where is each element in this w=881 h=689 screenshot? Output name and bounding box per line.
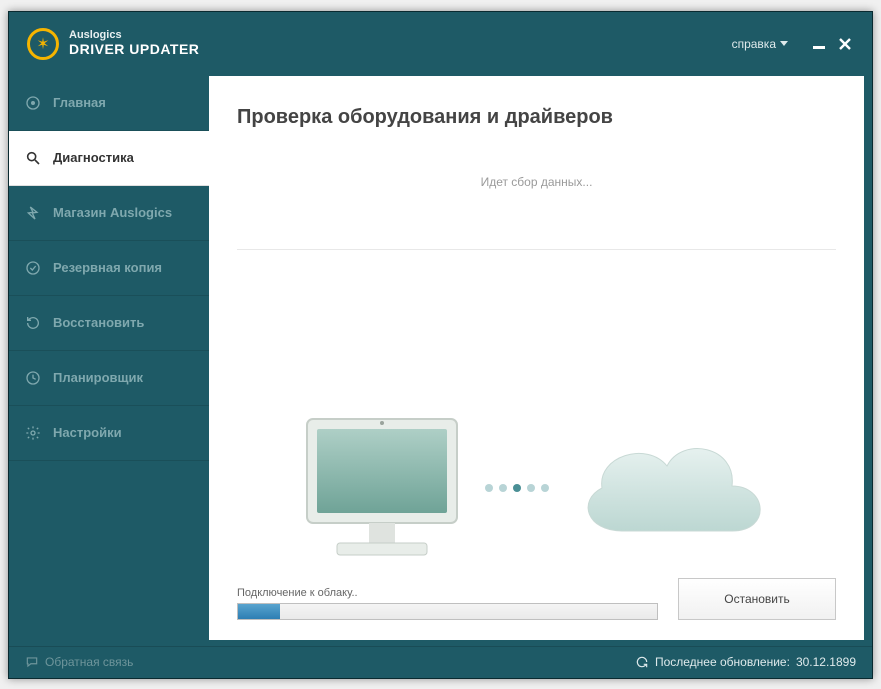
bolt-icon	[25, 205, 41, 221]
chevron-down-icon	[780, 41, 788, 46]
sidebar-item-diagnostics[interactable]: Диагностика	[9, 131, 209, 186]
sidebar-item-scheduler[interactable]: Планировщик	[9, 351, 209, 406]
help-label: справка	[732, 37, 776, 51]
feedback-label: Обратная связь	[45, 655, 133, 669]
chat-icon	[25, 655, 39, 669]
help-menu[interactable]: справка	[732, 37, 788, 51]
sidebar-item-store[interactable]: Магазин Auslogics	[9, 186, 209, 241]
monitor-icon	[297, 411, 467, 566]
restore-icon	[25, 315, 41, 331]
sidebar-item-label: Резервная копия	[53, 260, 162, 275]
main-content: Проверка оборудования и драйверов Идет с…	[209, 76, 864, 640]
app-logo-icon	[27, 28, 59, 60]
last-update: Последнее обновление: 30.12.1899	[635, 655, 856, 669]
gear-icon	[25, 425, 41, 441]
feedback-link[interactable]: Обратная связь	[25, 655, 133, 669]
illustration-area	[237, 249, 836, 572]
page-title: Проверка оборудования и драйверов	[237, 106, 836, 129]
sidebar-item-label: Настройки	[53, 425, 122, 440]
refresh-icon	[635, 655, 649, 669]
progress-fill	[238, 604, 280, 619]
check-icon	[25, 260, 41, 276]
sidebar-item-label: Главная	[53, 95, 106, 110]
statusbar: Обратная связь Последнее обновление: 30.…	[9, 646, 872, 678]
sidebar-item-label: Диагностика	[53, 150, 134, 165]
titlebar: Auslogics DRIVER UPDATER справка	[9, 12, 872, 76]
bottom-row: Подключение к облаку.. Остановить	[237, 578, 836, 620]
status-text: Идет сбор данных...	[237, 175, 836, 189]
sidebar-item-restore[interactable]: Восстановить	[9, 296, 209, 351]
app-body: Главная Диагностика Магазин Auslogics Ре…	[9, 76, 872, 646]
progress-label: Подключение к облаку..	[237, 587, 658, 599]
sidebar-item-backup[interactable]: Резервная копия	[9, 241, 209, 296]
brand-small: Auslogics	[69, 29, 199, 41]
sidebar: Главная Диагностика Магазин Auslogics Ре…	[9, 76, 209, 640]
app-title: Auslogics DRIVER UPDATER	[69, 29, 199, 59]
app-window: Auslogics DRIVER UPDATER справка Главная…	[8, 11, 873, 679]
brand-big: DRIVER UPDATER	[69, 41, 199, 57]
target-icon	[25, 95, 41, 111]
progress-bar	[237, 603, 658, 620]
last-update-value: 30.12.1899	[796, 655, 856, 669]
sidebar-item-label: Магазин Auslogics	[53, 205, 172, 220]
progress-section: Подключение к облаку..	[237, 587, 658, 620]
cloud-icon	[567, 416, 777, 561]
minimize-button[interactable]	[806, 31, 832, 57]
sidebar-item-home[interactable]: Главная	[9, 76, 209, 131]
search-icon	[25, 150, 41, 166]
sidebar-item-settings[interactable]: Настройки	[9, 406, 209, 461]
close-button[interactable]	[832, 31, 858, 57]
transfer-dots-icon	[485, 484, 549, 492]
stop-button[interactable]: Остановить	[678, 578, 836, 620]
last-update-prefix: Последнее обновление:	[655, 655, 790, 669]
clock-icon	[25, 370, 41, 386]
brand: Auslogics DRIVER UPDATER	[27, 28, 199, 60]
sidebar-item-label: Планировщик	[53, 370, 143, 385]
sidebar-item-label: Восстановить	[53, 315, 144, 330]
